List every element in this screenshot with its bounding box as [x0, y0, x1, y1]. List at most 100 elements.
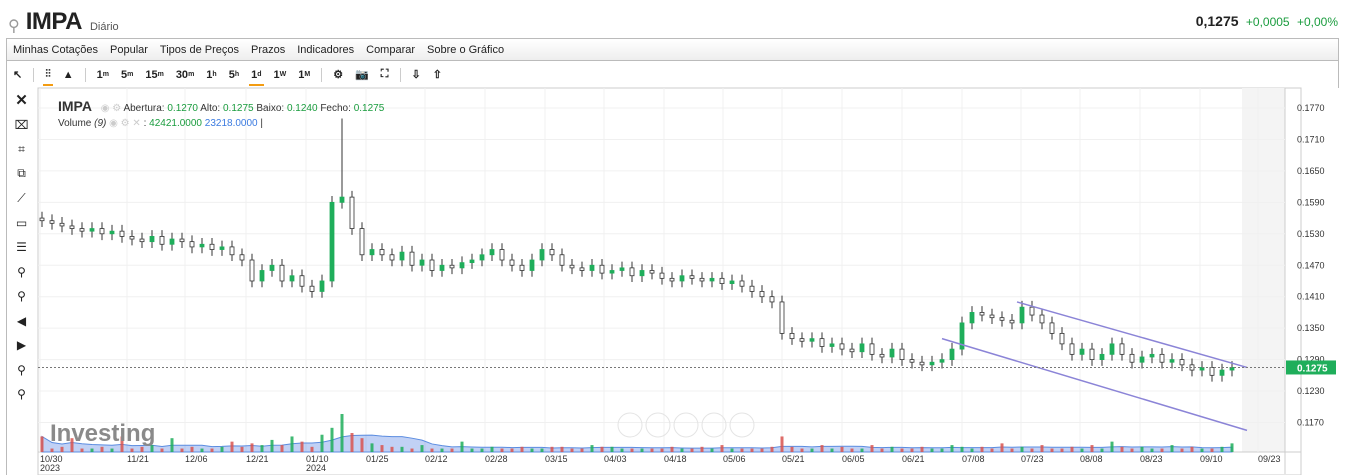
- volume-bar: [980, 446, 984, 452]
- candle: [789, 332, 795, 340]
- volume-bar: [930, 448, 934, 452]
- candle: [469, 259, 475, 264]
- candle: [299, 275, 305, 287]
- candle: [39, 217, 45, 222]
- volume-bar: [340, 414, 344, 452]
- candle: [1109, 343, 1115, 355]
- volume-bar: [630, 448, 634, 452]
- volume-bar: [580, 448, 584, 452]
- date-tick-label: 06/05: [842, 454, 865, 464]
- candle: [49, 220, 55, 224]
- candle: [1179, 359, 1185, 366]
- volume-bar: [1010, 448, 1014, 452]
- volume-bar: [380, 445, 384, 452]
- candle: [239, 254, 245, 261]
- candle: [99, 228, 105, 235]
- volume-bar: [90, 448, 94, 452]
- candle: [819, 338, 825, 347]
- candle: [89, 228, 95, 232]
- candle: [839, 343, 845, 350]
- volume-bar: [450, 448, 454, 452]
- volume-bar: [1000, 443, 1004, 452]
- volume-bar: [880, 448, 884, 452]
- volume-legend: Volume (9) ◉ ⚙ ✕ : 42421.0000 23218.0000…: [58, 118, 263, 129]
- price-chart[interactable]: 0.1770 0.1710 0.1650 0.1590 0.1530 0.1470 0.14…: [0, 0, 1346, 475]
- volume-bar: [940, 448, 944, 452]
- candle: [1169, 359, 1175, 363]
- candle: [529, 259, 535, 271]
- candle: [1059, 332, 1065, 345]
- volume-bar: [640, 448, 644, 452]
- candle: [949, 348, 955, 361]
- volume-bar: [320, 434, 324, 452]
- price-tick-label: 0.1590: [1297, 197, 1325, 207]
- candle: [619, 267, 625, 271]
- future-area: [1242, 88, 1285, 452]
- date-tick-label: 02/28: [485, 454, 508, 464]
- candle: [69, 225, 75, 229]
- volume-bar: [460, 441, 464, 452]
- close-value: 0.1275: [353, 103, 385, 114]
- volume-bar: [760, 448, 764, 452]
- volume-bar: [1210, 448, 1214, 452]
- nav-control-icon: [645, 412, 671, 438]
- volume-bar: [950, 445, 954, 452]
- low-label: Baixo:: [256, 103, 285, 114]
- volume-bar: [290, 436, 294, 452]
- volume-bar: [830, 448, 834, 452]
- candle: [879, 353, 885, 358]
- volume-bar: [420, 445, 424, 452]
- volume-bar: [790, 446, 794, 452]
- volume-bar: [960, 446, 964, 452]
- candle: [449, 264, 455, 269]
- eye-icon[interactable]: ◉ ⚙: [101, 103, 121, 114]
- volume-bar: [1070, 446, 1074, 452]
- volume-bar: [370, 443, 374, 452]
- volume-bar: [80, 448, 84, 452]
- candle: [409, 251, 415, 266]
- volume-value: 42421.0000: [149, 118, 202, 129]
- candle: [699, 277, 705, 282]
- volume-bar: [810, 448, 814, 452]
- candle: [599, 264, 605, 274]
- candle: [159, 236, 165, 245]
- volume-bar: [670, 446, 674, 452]
- candle: [739, 280, 745, 287]
- candle: [1149, 353, 1155, 358]
- volume-ma-value: 23218.0000: [204, 118, 258, 129]
- volume-bar: [510, 448, 514, 452]
- volume-bar: [570, 448, 574, 452]
- candle: [79, 228, 85, 232]
- candle: [709, 277, 715, 282]
- candle: [1129, 353, 1135, 363]
- candle: [489, 249, 495, 256]
- candle: [679, 275, 685, 282]
- candle: [829, 343, 835, 347]
- volume-bar: [350, 433, 354, 452]
- date-tick-label: 05/21: [782, 454, 805, 464]
- candle: [999, 317, 1005, 321]
- candle: [919, 361, 925, 366]
- price-tick-label: 0.1650: [1297, 166, 1325, 176]
- date-tick-label: 05/06: [723, 454, 746, 464]
- date-tick-label: 09/10: [1200, 454, 1223, 464]
- legend-symbol: IMPA: [58, 98, 92, 114]
- candle: [349, 196, 355, 229]
- price-tick-label: 0.1230: [1297, 386, 1325, 396]
- eye-icon[interactable]: ◉ ⚙ ✕: [109, 118, 141, 129]
- candle: [389, 254, 395, 261]
- volume-bar: [260, 445, 264, 452]
- volume-bar: [970, 448, 974, 452]
- candle: [689, 275, 695, 279]
- volume-bar: [1140, 446, 1144, 452]
- volume-bar: [560, 446, 564, 452]
- candle: [109, 230, 115, 235]
- volume-period: (9): [94, 118, 107, 129]
- candle: [209, 243, 215, 250]
- candle: [729, 280, 735, 284]
- candle: [929, 361, 935, 366]
- candle: [1099, 353, 1105, 361]
- candle: [399, 251, 405, 261]
- volume-bar: [750, 448, 754, 452]
- low-value: 0.1240: [286, 103, 318, 114]
